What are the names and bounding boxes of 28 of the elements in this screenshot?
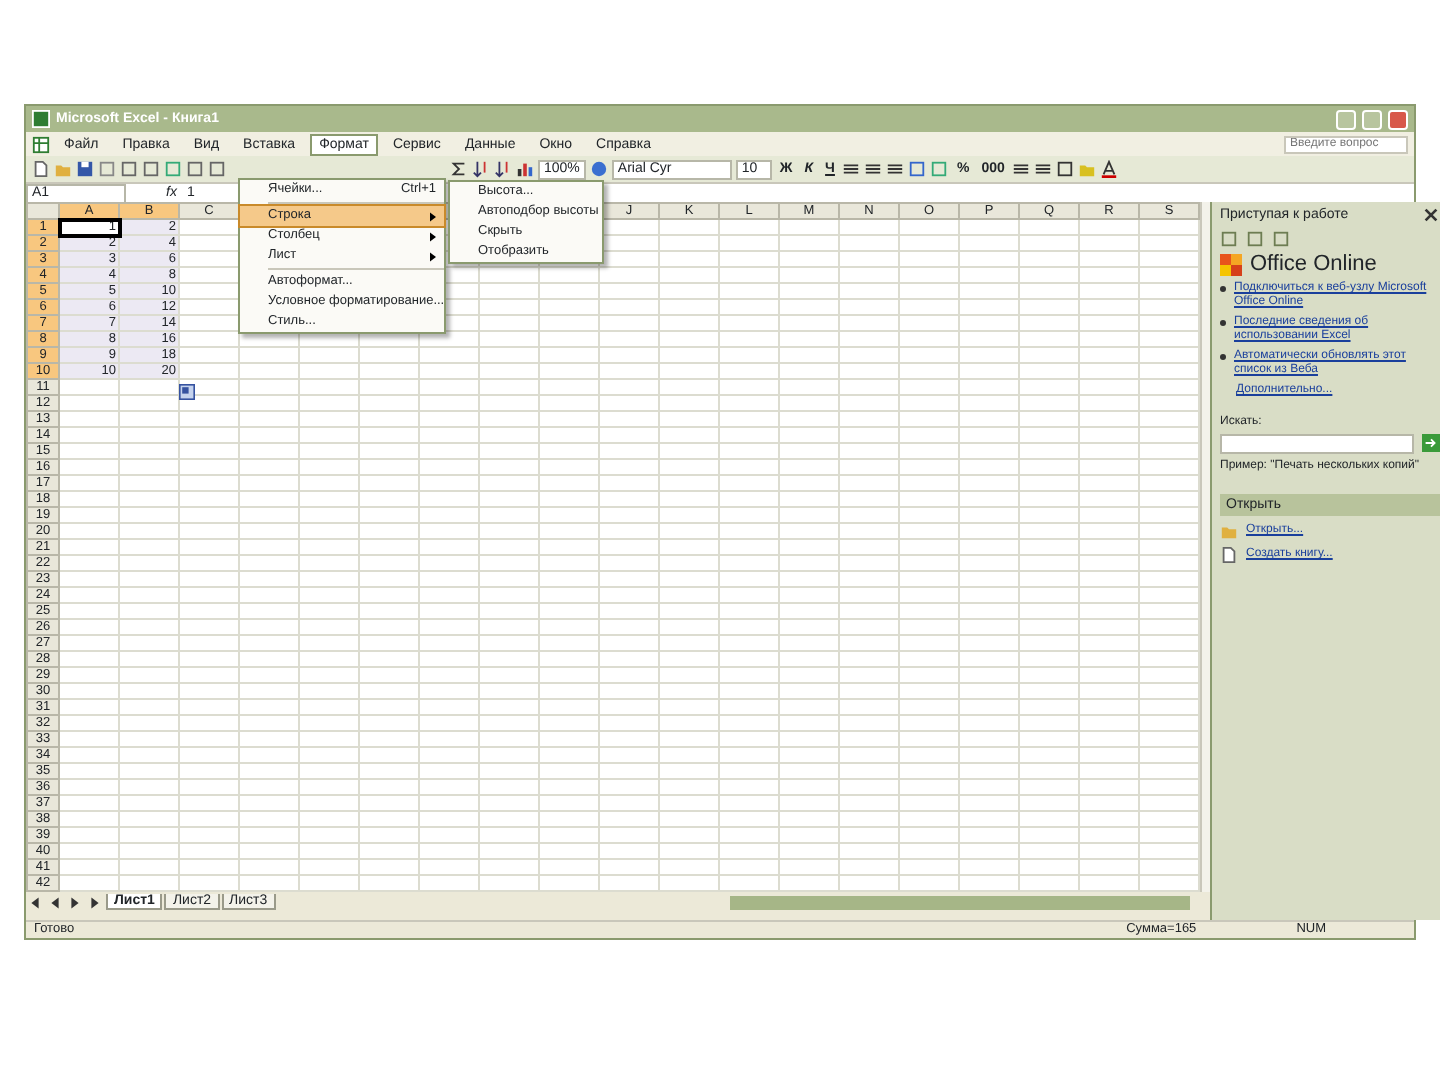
auto-fill-options-icon[interactable] [178,384,196,400]
vertical-scrollbar[interactable] [1200,202,1210,892]
decrease-indent-icon[interactable] [1012,160,1031,178]
office-online-logo-text: Office Online [1250,254,1377,276]
sort-ascending-icon[interactable] [472,160,490,178]
bullet-icon [1220,354,1226,360]
increase-indent-icon[interactable] [1034,160,1053,178]
close-button[interactable] [1388,109,1408,129]
align-center-icon[interactable] [864,160,883,178]
go-arrow-icon[interactable] [1422,434,1440,452]
align-left-icon[interactable] [842,160,861,178]
pane-search-field[interactable] [1220,434,1414,454]
bullet-icon [1220,286,1226,292]
new-document-icon[interactable] [1220,546,1238,564]
save-icon[interactable] [76,160,94,178]
sheet-icon[interactable] [32,135,50,153]
bullet-icon [1220,320,1226,326]
office-logo-icon [1220,254,1242,276]
close-icon[interactable] [1422,206,1440,224]
app-icon [32,110,50,128]
autosum-icon[interactable] [450,160,468,178]
new-document-icon[interactable] [32,160,50,178]
horizontal-scrollbar[interactable] [730,895,1190,909]
align-right-icon[interactable] [886,160,905,178]
chart-icon[interactable] [516,160,534,178]
borders-icon[interactable] [1056,160,1075,178]
font-color-icon[interactable] [1100,160,1119,178]
sort-descending-icon[interactable] [494,160,512,178]
